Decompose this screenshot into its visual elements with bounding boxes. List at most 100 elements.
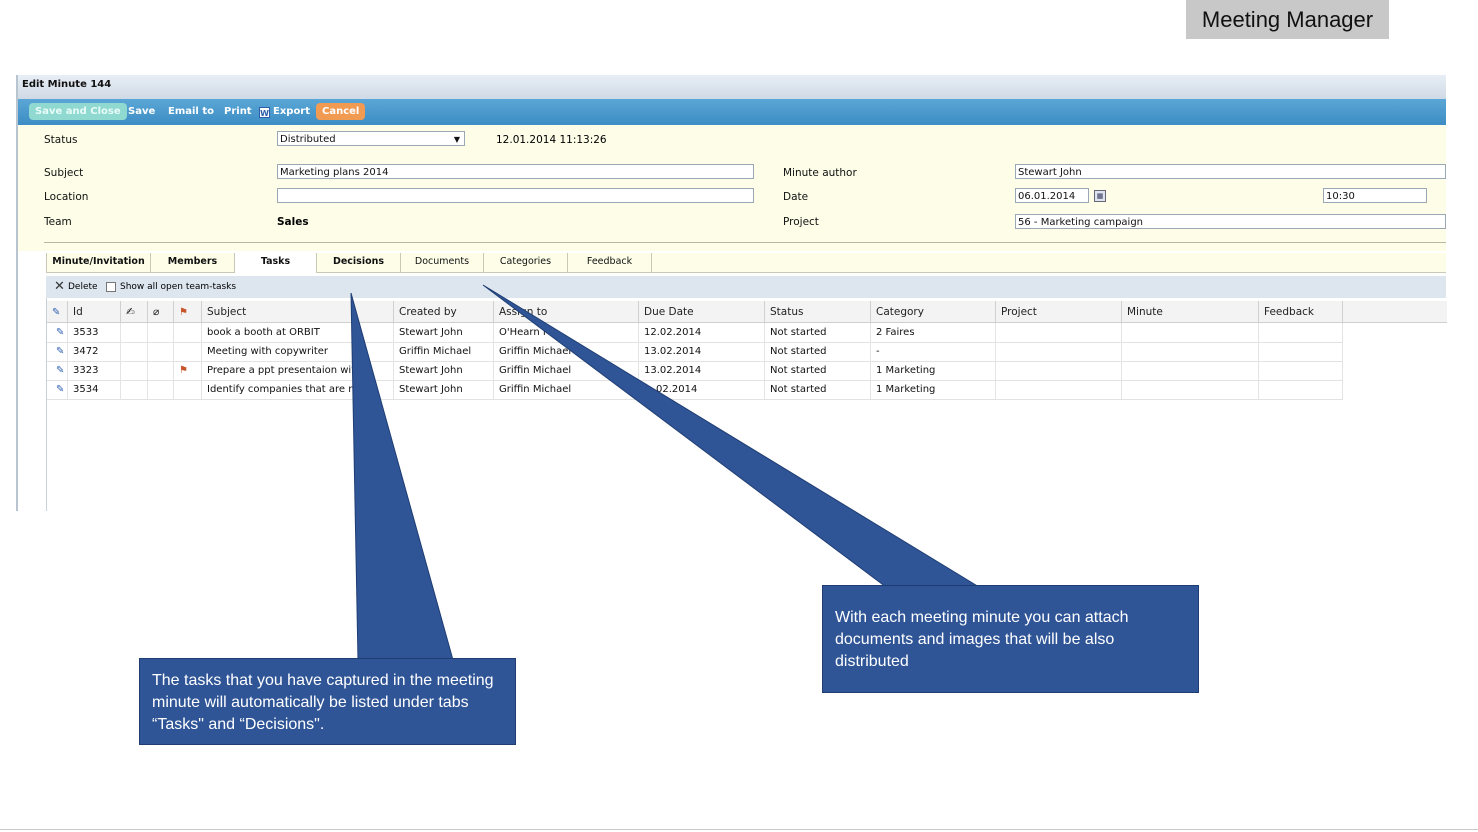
row-assign-to: Griffin Michael [493, 342, 638, 361]
print-button[interactable]: Print [224, 103, 252, 120]
grid-toolbar: ✕ Delete Show all open team-tasks [46, 276, 1446, 298]
column-header-due-date[interactable]: Due Date [638, 301, 764, 322]
subject-input[interactable]: Marketing plans 2014 [277, 164, 754, 179]
flag-cell [173, 342, 201, 361]
show-all-checkbox[interactable] [106, 282, 116, 292]
table-row[interactable]: ✎ 3472 Meeting with copywriter Griffin M… [47, 342, 1343, 362]
project-select[interactable]: 56 - Marketing campaign [1015, 214, 1446, 229]
status-timestamp: 12.01.2014 11:13:26 [496, 134, 607, 146]
column-header-feedback[interactable]: Feedback [1258, 301, 1343, 322]
row-category: 2 Faires [870, 323, 995, 342]
notes-cell [120, 342, 147, 361]
row-due-date: 02.2014 [638, 380, 764, 399]
minute-author-label: Minute author [783, 167, 857, 179]
documents-callout: With each meeting minute you can attach … [822, 585, 1199, 693]
flag-cell [173, 380, 201, 399]
column-header-status[interactable]: Status [764, 301, 870, 322]
table-row[interactable]: ✎ 3534 Identify companies that are ma St… [47, 380, 1343, 400]
toolbar: Save and Close Save Email to Print W Expo… [18, 99, 1446, 125]
row-project [995, 380, 1121, 399]
row-created-by: Griffin Michael [393, 342, 493, 361]
minute-author-input[interactable]: Stewart John [1015, 164, 1446, 179]
cancel-button[interactable]: Cancel [316, 103, 366, 120]
row-assign-to: Griffin Michael [493, 380, 638, 399]
pencil-icon[interactable]: ✎ [52, 346, 64, 357]
flag-icon: ⚑ [179, 365, 188, 376]
column-header-project[interactable]: Project [995, 301, 1121, 322]
row-subject: Prepare a ppt presentaion with [201, 361, 393, 380]
notes-cell [120, 323, 147, 342]
row-due-date: 12.02.2014 [638, 323, 764, 342]
row-minute [1121, 342, 1258, 361]
team-label: Team [44, 216, 72, 228]
tab-documents[interactable]: Documents [401, 253, 484, 272]
row-due-date: 13.02.2014 [638, 361, 764, 380]
row-id: 3323 [67, 361, 120, 380]
edit-minute-window: Edit Minute 144 Save and Close Save Emai… [16, 75, 1447, 511]
row-created-by: Stewart John [393, 323, 493, 342]
delete-button[interactable]: Delete [68, 276, 98, 298]
status-select[interactable]: Distributed ▼ [277, 131, 465, 146]
save-and-close-button[interactable]: Save and Close [29, 103, 127, 120]
tab-categories[interactable]: Categories [484, 253, 568, 272]
column-header-assign-to[interactable]: Assign to [493, 301, 638, 322]
row-due-date: 13.02.2014 [638, 342, 764, 361]
date-label: Date [783, 191, 809, 203]
close-icon[interactable]: ✕ [54, 276, 65, 298]
date-input[interactable]: 06.01.2014 [1015, 188, 1089, 203]
row-minute [1121, 361, 1258, 380]
slide-bottom-border [0, 829, 1478, 830]
row-subject: book a booth at ORBIT [201, 323, 393, 342]
tab-feedback[interactable]: Feedback [568, 253, 652, 272]
status-label: Status [44, 134, 78, 146]
attachment-column-header[interactable]: ⌀ [147, 301, 173, 322]
column-header-id[interactable]: Id [67, 301, 120, 322]
row-subject: Identify companies that are ma [201, 380, 393, 399]
pencil-icon[interactable]: ✎ [52, 327, 64, 338]
location-input[interactable] [277, 188, 754, 203]
row-feedback [1258, 342, 1343, 361]
row-feedback [1258, 361, 1343, 380]
row-minute [1121, 380, 1258, 399]
pencil-icon[interactable]: ✎ [52, 384, 64, 395]
table-row[interactable]: ✎ 3323 ⚑ Prepare a ppt presentaion with … [47, 361, 1343, 381]
column-header-minute[interactable]: Minute [1121, 301, 1258, 322]
attachment-cell [147, 380, 173, 399]
flag-column-header[interactable]: ⚑ [173, 301, 201, 322]
flag-cell: ⚑ [173, 361, 201, 380]
row-project [995, 361, 1121, 380]
notes-column-header[interactable]: ✍ [120, 301, 147, 322]
export-button[interactable]: W Export [259, 103, 310, 120]
pencil-icon[interactable]: ✎ [52, 365, 64, 376]
row-id: 3533 [67, 323, 120, 342]
calendar-icon[interactable]: ▦ [1094, 190, 1106, 202]
row-assign-to: Griffin Michael [493, 361, 638, 380]
table-row[interactable]: ✎ 3533 book a booth at ORBIT Stewart Joh… [47, 323, 1343, 343]
attachment-cell [147, 361, 173, 380]
team-value: Sales [277, 216, 309, 228]
column-header-subject[interactable]: Subject [201, 301, 393, 322]
row-category: 1 Marketing [870, 361, 995, 380]
tab-members[interactable]: Members [151, 253, 235, 272]
row-id: 3472 [67, 342, 120, 361]
column-header-created-by[interactable]: Created by [393, 301, 493, 322]
row-status: Not started [764, 323, 870, 342]
pencil-icon: ✎ [52, 307, 61, 318]
save-button[interactable]: Save [128, 103, 155, 120]
row-created-by: Stewart John [393, 361, 493, 380]
row-assign-to: O'Hearn M [493, 323, 638, 342]
column-header-category[interactable]: Category [870, 301, 995, 322]
row-status: Not started [764, 380, 870, 399]
row-feedback [1258, 380, 1343, 399]
tab-decisions[interactable]: Decisions [317, 253, 401, 272]
email-to-button[interactable]: Email to [168, 103, 214, 120]
project-label: Project [783, 216, 819, 228]
row-subject: Meeting with copywriter [201, 342, 393, 361]
notes-icon: ✍ [126, 306, 135, 318]
tab-minute-invitation[interactable]: Minute/Invitation [46, 253, 151, 272]
tab-tasks[interactable]: Tasks [235, 253, 317, 273]
grid-header: ✎ Id ✍ ⌀ ⚑ Subject Created by Assign to … [47, 301, 1447, 323]
paperclip-icon: ⌀ [153, 306, 160, 318]
time-input[interactable]: 10:30 [1323, 188, 1427, 203]
meeting-manager-badge: Meeting Manager [1186, 0, 1389, 39]
